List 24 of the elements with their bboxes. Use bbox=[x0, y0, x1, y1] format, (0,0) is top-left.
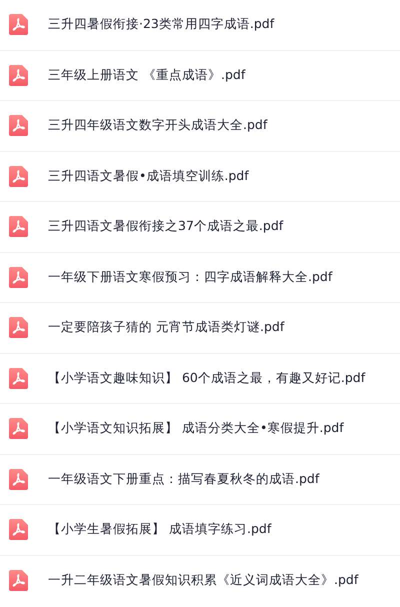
pdf-icon bbox=[9, 468, 28, 490]
file-name[interactable]: 一年级语文下册重点：描写春夏秋冬的成语.pdf bbox=[48, 470, 320, 489]
pdf-icon bbox=[9, 266, 28, 288]
file-name[interactable]: 三升四年级语文数字开头成语大全.pdf bbox=[48, 116, 268, 136]
file-name[interactable]: 一升二年级语文暑假知识积累《近义词成语大全》.pdf bbox=[48, 571, 358, 590]
pdf-icon bbox=[9, 519, 28, 540]
pdf-icon bbox=[9, 317, 28, 338]
file-name[interactable]: 一年级下册语文寒假预习：四字成语解释大全.pdf bbox=[48, 268, 332, 287]
pdf-icon bbox=[9, 115, 28, 136]
pdf-icon bbox=[9, 64, 28, 86]
file-name[interactable]: 三年级上册语文 《重点成语》.pdf bbox=[48, 66, 246, 85]
file-name[interactable]: 三升四语文暑假•成语填空训练.pdf bbox=[48, 166, 249, 186]
pdf-icon bbox=[9, 14, 28, 36]
pdf-icon bbox=[9, 216, 28, 238]
file-name[interactable]: 【小学生暑假拓展】 成语填字练习.pdf bbox=[48, 520, 272, 540]
pdf-icon bbox=[9, 166, 28, 187]
file-name[interactable]: 三升四语文暑假衔接之37个成语之最.pdf bbox=[48, 217, 284, 236]
pdf-icon bbox=[9, 570, 28, 592]
pdf-icon bbox=[9, 418, 28, 440]
file-name[interactable]: 一定要陪孩子猜的 元宵节成语类灯谜.pdf bbox=[48, 318, 284, 338]
file-name[interactable]: 三升四暑假衔接·23类常用四字成语.pdf bbox=[48, 15, 274, 34]
file-name[interactable]: 【小学语文趣味知识】 60个成语之最，有趣又好记.pdf bbox=[48, 368, 366, 388]
file-name[interactable]: 【小学语文知识拓展】 成语分类大全•寒假提升.pdf bbox=[48, 419, 344, 438]
pdf-icon bbox=[9, 368, 28, 389]
